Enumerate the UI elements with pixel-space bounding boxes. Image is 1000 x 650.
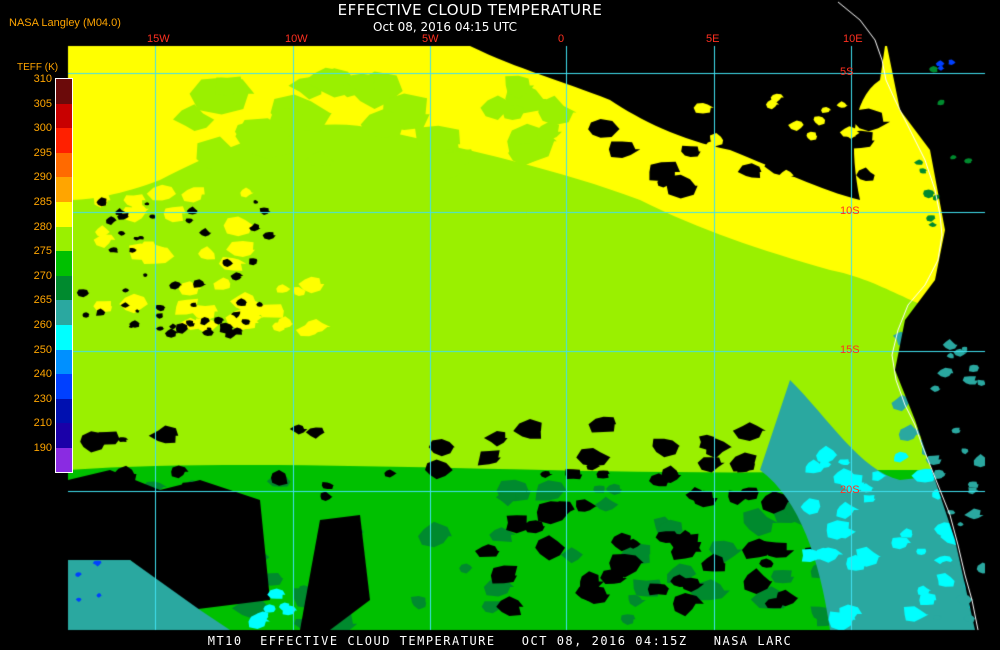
colorbar-tick-label: 295 bbox=[33, 146, 52, 159]
colorbar-tick-label: 260 bbox=[33, 319, 52, 331]
colorbar-tick-label: 270 bbox=[33, 269, 52, 282]
cloud-temperature-map bbox=[0, 0, 1000, 650]
latitude-label: 20S bbox=[840, 484, 860, 496]
colorbar-tick-label: 265 bbox=[33, 294, 52, 307]
latitude-label: 15S bbox=[840, 344, 860, 356]
colorbar-tick-label: 240 bbox=[33, 368, 52, 381]
longitude-label: 5W bbox=[422, 33, 439, 45]
map-timestamp: Oct 08, 2016 04:15 UTC bbox=[373, 20, 517, 34]
latitude-label: 5S bbox=[840, 66, 854, 78]
longitude-label: 10W bbox=[285, 33, 308, 45]
colorbar-tick-label: 210 bbox=[33, 417, 52, 430]
colorbar-tick-label: 275 bbox=[33, 245, 52, 258]
colorbar-tick-label: 300 bbox=[33, 122, 52, 135]
longitude-label: 5E bbox=[706, 33, 720, 45]
latitude-label: 10S bbox=[840, 205, 860, 217]
colorbar-tick-label: 305 bbox=[33, 97, 52, 110]
longitude-label: 15W bbox=[147, 33, 170, 45]
colorbar-tick-label: 280 bbox=[33, 220, 52, 233]
map-title: EFFECTIVE CLOUD TEMPERATURE bbox=[337, 1, 603, 19]
colorbar-tick-label: 250 bbox=[33, 343, 52, 356]
colorbar-tick-label: 190 bbox=[33, 442, 52, 454]
colorbar-frame bbox=[55, 78, 73, 473]
footer-caption: MT10 EFFECTIVE CLOUD TEMPERATURE OCT 08,… bbox=[207, 634, 793, 648]
colorbar-title: TEFF (K) bbox=[17, 62, 59, 73]
longitude-label: 10E bbox=[843, 33, 863, 45]
colorbar-tick-label: 290 bbox=[33, 171, 52, 184]
longitude-label: 0 bbox=[558, 33, 565, 45]
colorbar-tick-label: 285 bbox=[33, 196, 52, 208]
colorbar-tick-label: 310 bbox=[33, 73, 52, 85]
colorbar-tick-label: 230 bbox=[33, 392, 52, 405]
